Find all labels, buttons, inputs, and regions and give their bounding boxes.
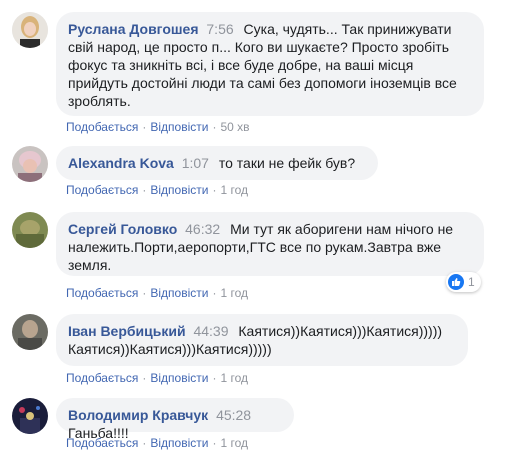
reply-link[interactable]: Відповісти — [150, 183, 208, 197]
comment-text: то таки не фейк був? — [218, 155, 356, 171]
avatar[interactable] — [12, 212, 48, 248]
comment-timestamp[interactable]: 1:07 — [182, 155, 209, 171]
comment-actions: Подобається · Відповісти · 1 год — [66, 371, 248, 385]
comment-timestamp[interactable]: 45:28 — [216, 407, 251, 423]
comment-bubble: Руслана Довгошея 7:56 Сука, чудять... Та… — [56, 12, 484, 116]
thumbs-up-icon — [448, 274, 464, 290]
avatar[interactable] — [12, 12, 48, 48]
comment-age[interactable]: 1 год — [220, 183, 248, 197]
comment-bubble: Alexandra Kova 1:07 то таки не фейк був? — [56, 146, 378, 180]
comment-age[interactable]: 1 год — [220, 286, 248, 300]
comment-author[interactable]: Сергей Головко — [68, 221, 177, 237]
comment-age[interactable]: 1 год — [220, 436, 248, 450]
comment-bubble: Іван Вербицький 44:39 Каятися))Каятися))… — [56, 314, 468, 366]
comment-bubble: Сергей Головко 46:32 Ми тут як аборигени… — [56, 212, 484, 276]
comment-actions: Подобається · Відповісти · 1 год — [66, 436, 248, 450]
comment-author[interactable]: Володимир Кравчук — [68, 407, 208, 423]
comment-author[interactable]: Руслана Довгошея — [68, 21, 199, 37]
comment-actions: Подобається · Відповісти · 1 год — [66, 183, 248, 197]
comment-timestamp[interactable]: 46:32 — [185, 221, 220, 237]
comment-author[interactable]: Alexandra Kova — [68, 155, 174, 171]
reply-link[interactable]: Відповісти — [150, 436, 208, 450]
reply-link[interactable]: Відповісти — [150, 371, 208, 385]
comment-timestamp[interactable]: 7:56 — [206, 21, 233, 37]
comment-actions: Подобається · Відповісти · 1 год — [66, 286, 248, 300]
like-link[interactable]: Подобається — [66, 183, 138, 197]
like-link[interactable]: Подобається — [66, 436, 138, 450]
reply-link[interactable]: Відповісти — [150, 286, 208, 300]
like-link[interactable]: Подобається — [66, 286, 138, 300]
comment-age[interactable]: 1 год — [220, 371, 248, 385]
avatar[interactable] — [12, 314, 48, 350]
comment-author[interactable]: Іван Вербицький — [68, 323, 186, 339]
avatar[interactable] — [12, 146, 48, 182]
like-link[interactable]: Подобається — [66, 371, 138, 385]
comment-actions: Подобається · Відповісти · 50 хв — [66, 120, 250, 134]
reaction-count-badge[interactable]: 1 — [446, 272, 481, 292]
comment-timestamp[interactable]: 44:39 — [193, 323, 228, 339]
comment-age[interactable]: 50 хв — [220, 120, 249, 134]
reply-link[interactable]: Відповісти — [150, 120, 208, 134]
like-link[interactable]: Подобається — [66, 120, 138, 134]
reaction-count: 1 — [468, 275, 475, 289]
comment-bubble: Володимир Кравчук 45:28 Ганьба!!!! — [56, 398, 294, 441]
avatar[interactable] — [12, 398, 48, 434]
